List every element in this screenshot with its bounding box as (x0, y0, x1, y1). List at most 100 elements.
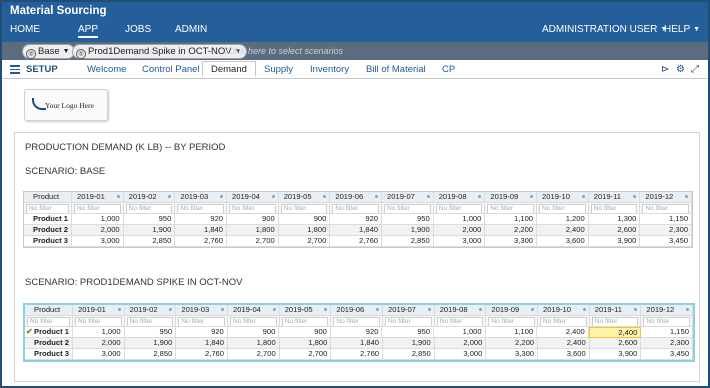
column-menu-icon[interactable] (530, 195, 534, 198)
column-menu-icon[interactable] (582, 308, 586, 311)
column-menu-icon[interactable] (427, 308, 431, 311)
filter-input[interactable]: No filter (539, 204, 586, 213)
table-cell[interactable]: 3,450 (640, 236, 693, 247)
filter-input[interactable]: No filter (332, 204, 380, 213)
product-name-cell[interactable]: Product 3 (25, 349, 73, 360)
compare-scenario-selector[interactable]: ◎ Prod1Demand Spike in OCT-NOV ▼ (72, 44, 247, 59)
filter-input[interactable]: No filter (229, 204, 276, 213)
table-cell[interactable]: 3,900 (588, 236, 641, 247)
tab-welcome[interactable]: Welcome (87, 64, 126, 75)
product-name-cell[interactable]: Product 2 (25, 338, 73, 349)
table-cell[interactable]: 900 (278, 214, 331, 225)
table-cell[interactable]: 1,100 (485, 214, 538, 225)
table-cell[interactable]: 900 (227, 327, 280, 338)
column-menu-icon[interactable] (116, 195, 120, 198)
tab-bill-of-material[interactable]: Bill of Material (366, 64, 426, 75)
help-menu[interactable]: HELP ▼ (664, 24, 700, 35)
filter-input[interactable]: No filter (643, 317, 691, 326)
table-cell[interactable]: 2,300 (641, 338, 694, 349)
column-menu-icon[interactable] (634, 308, 638, 311)
table-cell[interactable]: 1,300 (588, 214, 641, 225)
table-cell[interactable]: 920 (330, 327, 383, 338)
column-header-period[interactable]: 2019-10 (538, 305, 590, 316)
table-cell[interactable]: 2,400 (537, 327, 589, 338)
column-header-product[interactable]: Product (25, 305, 73, 316)
tab-supply[interactable]: Supply (264, 64, 293, 75)
table-cell[interactable]: 3,600 (537, 236, 589, 247)
table-cell[interactable]: 2,200 (485, 225, 538, 236)
table-cell[interactable]: 1,840 (175, 225, 228, 236)
table-cell[interactable]: 1,150 (641, 327, 693, 338)
filter-input[interactable]: No filter (280, 204, 328, 213)
column-menu-icon[interactable] (478, 195, 482, 198)
table-cell[interactable]: 1,840 (176, 338, 229, 349)
column-menu-icon[interactable] (375, 195, 379, 198)
table-cell[interactable]: 2,600 (588, 225, 641, 236)
product-name-cell[interactable]: Product 2 (24, 225, 72, 236)
filter-input[interactable]: No filter (435, 204, 483, 213)
column-menu-icon[interactable] (168, 195, 172, 198)
table-cell[interactable]: 2,760 (175, 236, 228, 247)
spike-demand-grid[interactable]: Product 2019-01 2019-02 2019-03 2019-04 2019-… (23, 303, 695, 362)
table-cell[interactable]: 2,300 (640, 225, 693, 236)
column-header-period[interactable]: 2019-02 (124, 305, 177, 316)
tab-setup[interactable]: SETUP (26, 64, 58, 75)
gear-icon[interactable]: ⚙ (676, 64, 685, 75)
table-cell[interactable]: 2,850 (123, 236, 176, 247)
filter-input[interactable]: No filter (590, 204, 638, 213)
table-cell[interactable]: 2,000 (434, 338, 487, 349)
table-cell[interactable]: 2,400 (538, 338, 590, 349)
table-cell[interactable]: 1,200 (537, 214, 589, 225)
table-cell[interactable]: 1,000 (73, 327, 125, 338)
table-cell[interactable]: 1,000 (434, 327, 486, 338)
user-menu[interactable]: ADMINISTRATION USER ▼ (542, 24, 667, 35)
table-cell[interactable]: 2,850 (382, 236, 434, 247)
table-cell[interactable]: 3,000 (433, 236, 486, 247)
column-header-period[interactable]: 2019-11 (588, 192, 641, 203)
column-header-period[interactable]: 2019-05 (279, 305, 332, 316)
column-header-period[interactable]: 2019-06 (330, 192, 383, 203)
filter-input[interactable]: No filter (385, 317, 432, 326)
nav-app[interactable]: APP (78, 24, 99, 38)
column-menu-icon[interactable] (633, 195, 637, 198)
column-header-period[interactable]: 2019-12 (640, 192, 693, 203)
table-cell[interactable]: 1,000 (72, 214, 124, 225)
column-menu-icon[interactable] (323, 195, 327, 198)
table-cell[interactable]: 3,450 (641, 349, 694, 360)
column-header-period[interactable]: 2019-02 (123, 192, 176, 203)
column-header-period[interactable]: 2019-09 (485, 192, 538, 203)
selected-cell[interactable]: 2,400 (588, 327, 642, 338)
column-header-period[interactable]: 2019-10 (537, 192, 589, 203)
table-cell[interactable]: 3,300 (486, 349, 539, 360)
filter-input[interactable]: No filter (126, 317, 174, 326)
table-cell[interactable]: 1,100 (485, 327, 538, 338)
column-header-period[interactable]: 2019-03 (176, 305, 229, 316)
column-menu-icon[interactable] (271, 195, 275, 198)
table-cell[interactable]: 2,200 (486, 338, 539, 349)
base-demand-grid[interactable]: Product 2019-01 2019-02 2019-03 2019-04 2019-… (23, 191, 693, 248)
table-row[interactable]: Product 1 1,000 950 920 900 900 920 950 1,000 1,1… (24, 214, 693, 225)
table-cell[interactable]: 950 (123, 214, 176, 225)
product-name-cell[interactable]: ✔ Product 1 (25, 327, 73, 338)
table-cell[interactable]: 1,800 (227, 225, 279, 236)
product-name-cell[interactable]: Product 3 (24, 236, 72, 247)
column-menu-icon[interactable] (479, 308, 483, 311)
table-row[interactable]: Product 3 3,000 2,850 2,760 2,700 2,700 2,760 2… (24, 236, 693, 247)
column-menu-icon[interactable] (581, 195, 585, 198)
table-cell[interactable]: 3,900 (589, 349, 642, 360)
column-header-period[interactable]: 2019-08 (433, 192, 486, 203)
table-row[interactable]: ✔ Product 1 1,000 950 920 900 900 920 950 1,000 1,… (25, 327, 693, 338)
table-cell[interactable]: 1,900 (383, 338, 435, 349)
table-cell[interactable]: 2,850 (383, 349, 435, 360)
table-cell[interactable]: 2,700 (227, 236, 279, 247)
table-cell[interactable]: 3,000 (72, 236, 124, 247)
filter-input[interactable]: No filter (436, 317, 484, 326)
table-cell[interactable]: 3,600 (538, 349, 590, 360)
nav-admin[interactable]: ADMIN (175, 24, 207, 35)
table-cell[interactable]: 900 (279, 327, 331, 338)
table-cell[interactable]: 1,800 (279, 338, 332, 349)
table-cell[interactable]: 2,000 (433, 225, 486, 236)
column-header-period[interactable]: 2019-03 (175, 192, 228, 203)
tab-inventory[interactable]: Inventory (310, 64, 349, 75)
column-menu-icon[interactable] (169, 308, 173, 311)
